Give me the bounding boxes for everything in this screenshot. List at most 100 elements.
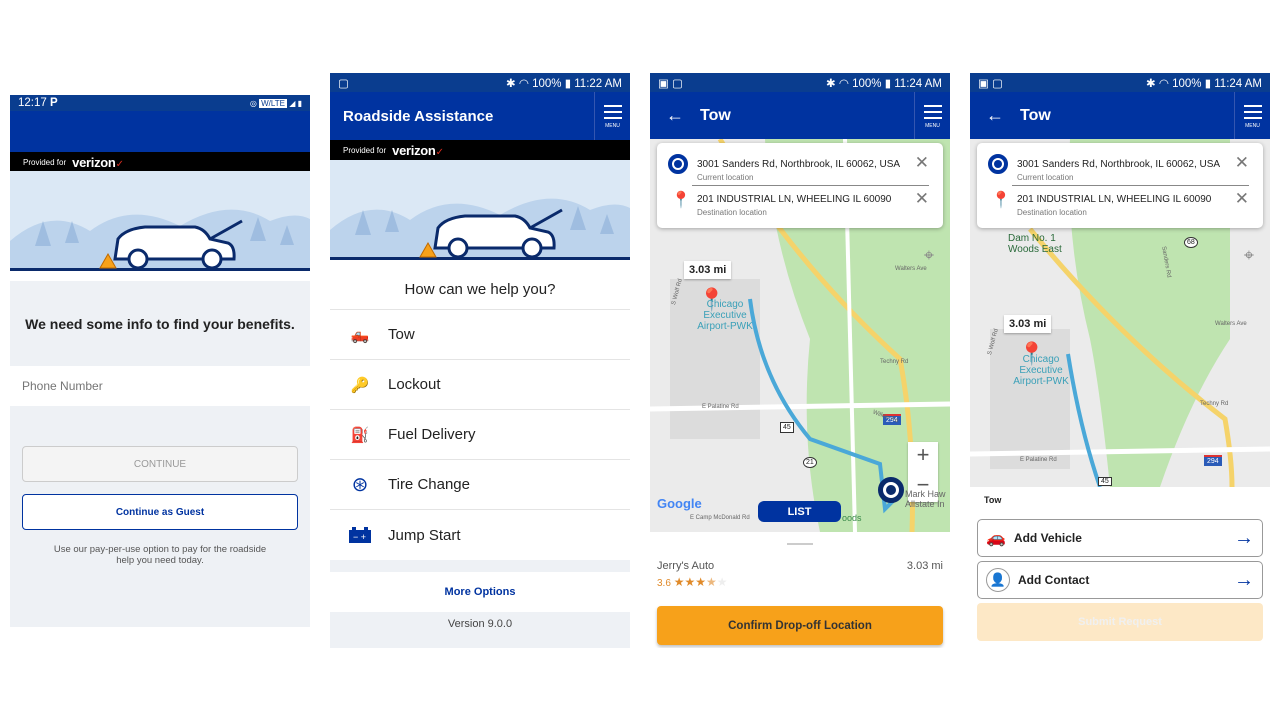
clear-destination-icon[interactable]: ✕: [1235, 189, 1249, 209]
service-tire-change[interactable]: ⊛ Tire Change: [330, 460, 630, 510]
tow-details-panel: Tow 🚗 Add Vehicle → 👤 Add Contact → Submit R…: [970, 487, 1270, 648]
submit-request-button[interactable]: Submit Request: [977, 603, 1263, 641]
distance-callout: 3.03 mi: [684, 261, 732, 279]
menu-button[interactable]: MENU: [914, 92, 950, 139]
app-header: ← Tow MENU: [970, 92, 1270, 139]
benefits-heading: We need some info to find your benefits.: [25, 315, 295, 332]
back-arrow-icon[interactable]: ←: [666, 105, 684, 126]
screen-tow-details: ▣ ▢ ✱ ◠ 100% ▮ 11:24 AM ← Tow MENU 3001 S…: [970, 73, 1270, 648]
recenter-icon[interactable]: ⌖: [1244, 245, 1254, 266]
service-jump-start[interactable]: − + Jump Start: [330, 510, 630, 560]
current-location-icon: [988, 154, 1008, 174]
roadside-illustration: [10, 171, 310, 281]
route-card: 3001 Sanders Rd, Northbrook, IL 60062, U…: [657, 143, 943, 228]
current-location-icon: [668, 154, 688, 174]
help-prompt: How can we help you?: [330, 270, 630, 310]
result-distance: 3.03 mi: [906, 560, 943, 572]
app-header: ← Tow MENU: [650, 92, 950, 139]
car-icon: 🚗: [986, 530, 1006, 547]
rating: 3.6 ★★★★★: [657, 575, 728, 589]
destination-field[interactable]: 201 INDUSTRIAL LN, WHEELING IL 60090 Dest…: [1017, 194, 1211, 217]
nfc-icon: ◎: [249, 98, 257, 108]
phone-number-input[interactable]: [10, 366, 310, 406]
bluetooth-icon: ✱: [505, 77, 516, 90]
star-rating-icon: ★★★★★: [673, 575, 728, 589]
screen-home: ▢ ✱ ◠ 100% ▮ 11:22 AM Roadside Assistance…: [330, 73, 630, 648]
battery-icon: − +: [344, 526, 376, 544]
svg-text:− +: − +: [353, 532, 366, 542]
route-card: 3001 Sanders Rd, Northbrook, IL 60062, U…: [977, 143, 1263, 228]
clear-current-icon[interactable]: ✕: [1235, 153, 1249, 173]
signal-icon: ◢: [289, 98, 296, 108]
result-name[interactable]: Jerry's Auto: [657, 560, 714, 572]
menu-button[interactable]: MENU: [594, 92, 630, 140]
confirm-drop-off-button[interactable]: Confirm Drop-off Location: [657, 606, 943, 645]
status-bar: ▣ ▢ ✱ ◠ 100% ▮ 11:24 AM: [970, 73, 1270, 92]
clear-current-icon[interactable]: ✕: [915, 153, 929, 173]
key-icon: 🔑: [350, 376, 370, 394]
airport-label: Chicago Executive Airport-PWK: [697, 299, 753, 332]
service-lockout[interactable]: 🔑 Lockout: [330, 360, 630, 410]
continue-button[interactable]: CONTINUE: [22, 446, 298, 482]
screen-signin: 12:17 P ◎ W/LTE ◢ ▮ Provided for verizon✓…: [10, 95, 310, 627]
current-location-marker: [878, 477, 904, 503]
status-bar: ▣ ▢ ✱ ◠ 100% ▮ 11:24 AM: [650, 73, 950, 92]
destination-pin-icon: 📍: [991, 192, 1011, 209]
status-bar: 12:17 P ◎ W/LTE ◢ ▮: [10, 95, 310, 111]
app-header: Roadside Assistance MENU: [330, 92, 630, 140]
dam-label: Dam No. 1 Woods East: [1008, 233, 1062, 255]
more-options-link[interactable]: More Options: [330, 572, 630, 612]
service-tow[interactable]: 🛻 Tow: [330, 310, 630, 360]
app-header: [10, 111, 310, 152]
airport-label: Chicago Executive Airport-PWK: [1013, 354, 1069, 387]
service-fuel-delivery[interactable]: ⛽ Fuel Delivery: [330, 410, 630, 460]
wifi-icon: ◠: [518, 77, 529, 90]
page-title: Tow: [700, 106, 731, 124]
add-contact-button[interactable]: 👤 Add Contact →: [977, 561, 1263, 599]
recenter-icon[interactable]: ⌖: [924, 245, 934, 266]
arrow-right-icon: →: [1234, 568, 1254, 591]
battery-icon: ▮: [297, 98, 302, 108]
drag-handle[interactable]: [787, 543, 813, 545]
verizon-logo: verizon✓: [392, 142, 444, 158]
destination-field[interactable]: 201 INDUSTRIAL LN, WHEELING IL 60090 Dest…: [697, 194, 891, 217]
continue-as-guest-button[interactable]: Continue as Guest: [22, 494, 298, 530]
provided-for-bar: Provided for verizon✓: [10, 152, 310, 172]
map[interactable]: 3001 Sanders Rd, Northbrook, IL 60062, U…: [970, 139, 1270, 487]
page-title: Tow: [1020, 106, 1051, 124]
screenshot-icon: ▢: [338, 77, 349, 90]
bottom-sheet: Jerry's Auto 3.03 mi 3.6 ★★★★★ Confirm D…: [650, 543, 950, 648]
current-location-field[interactable]: 3001 Sanders Rd, Northbrook, IL 60062, U…: [1017, 159, 1220, 182]
section-title: Tow: [984, 495, 1002, 505]
menu-button[interactable]: MENU: [1234, 92, 1270, 139]
status-bar: ▢ ✱ ◠ 100% ▮ 11:22 AM: [330, 73, 630, 92]
fuel-can-icon: ⛽: [350, 426, 370, 444]
page-title: Roadside Assistance: [343, 107, 494, 125]
pay-per-use-note: Use our pay-per-use option to pay for th…: [53, 544, 267, 566]
gallery-icon: ▣ ▢: [658, 77, 683, 90]
tire-icon: ⊛: [351, 474, 369, 496]
google-logo: Google: [657, 496, 702, 511]
distance-callout: 3.03 mi: [1004, 315, 1052, 333]
wlte-icon: W/LTE: [259, 98, 287, 108]
list-button[interactable]: LIST: [758, 501, 841, 522]
p-icon: P: [49, 97, 58, 109]
destination-pin-icon: 📍: [671, 192, 691, 209]
map[interactable]: 3001 Sanders Rd, Northbrook, IL 60062, U…: [650, 139, 950, 532]
back-arrow-icon[interactable]: ←: [986, 105, 1004, 126]
add-vehicle-button[interactable]: 🚗 Add Vehicle →: [977, 519, 1263, 557]
state-route-shield: 21: [803, 457, 817, 468]
provided-for-bar: Provided for verizon✓: [330, 140, 630, 160]
screen-tow-map: ▣ ▢ ✱ ◠ 100% ▮ 11:24 AM ← Tow MENU 3001 S…: [650, 73, 950, 648]
clock: 12:17: [18, 97, 47, 109]
verizon-logo: verizon✓: [72, 154, 124, 170]
clear-destination-icon[interactable]: ✕: [915, 189, 929, 209]
gallery-icon: ▣ ▢: [978, 77, 1003, 90]
zoom-in-button[interactable]: +: [908, 442, 938, 472]
us-route-shield: 45: [780, 422, 794, 433]
arrow-right-icon: →: [1234, 526, 1254, 549]
person-icon: 👤: [986, 568, 1010, 592]
tow-truck-icon: 🛻: [350, 326, 370, 344]
roadside-illustration: [330, 160, 630, 270]
current-location-field[interactable]: 3001 Sanders Rd, Northbrook, IL 60062, U…: [697, 159, 900, 182]
